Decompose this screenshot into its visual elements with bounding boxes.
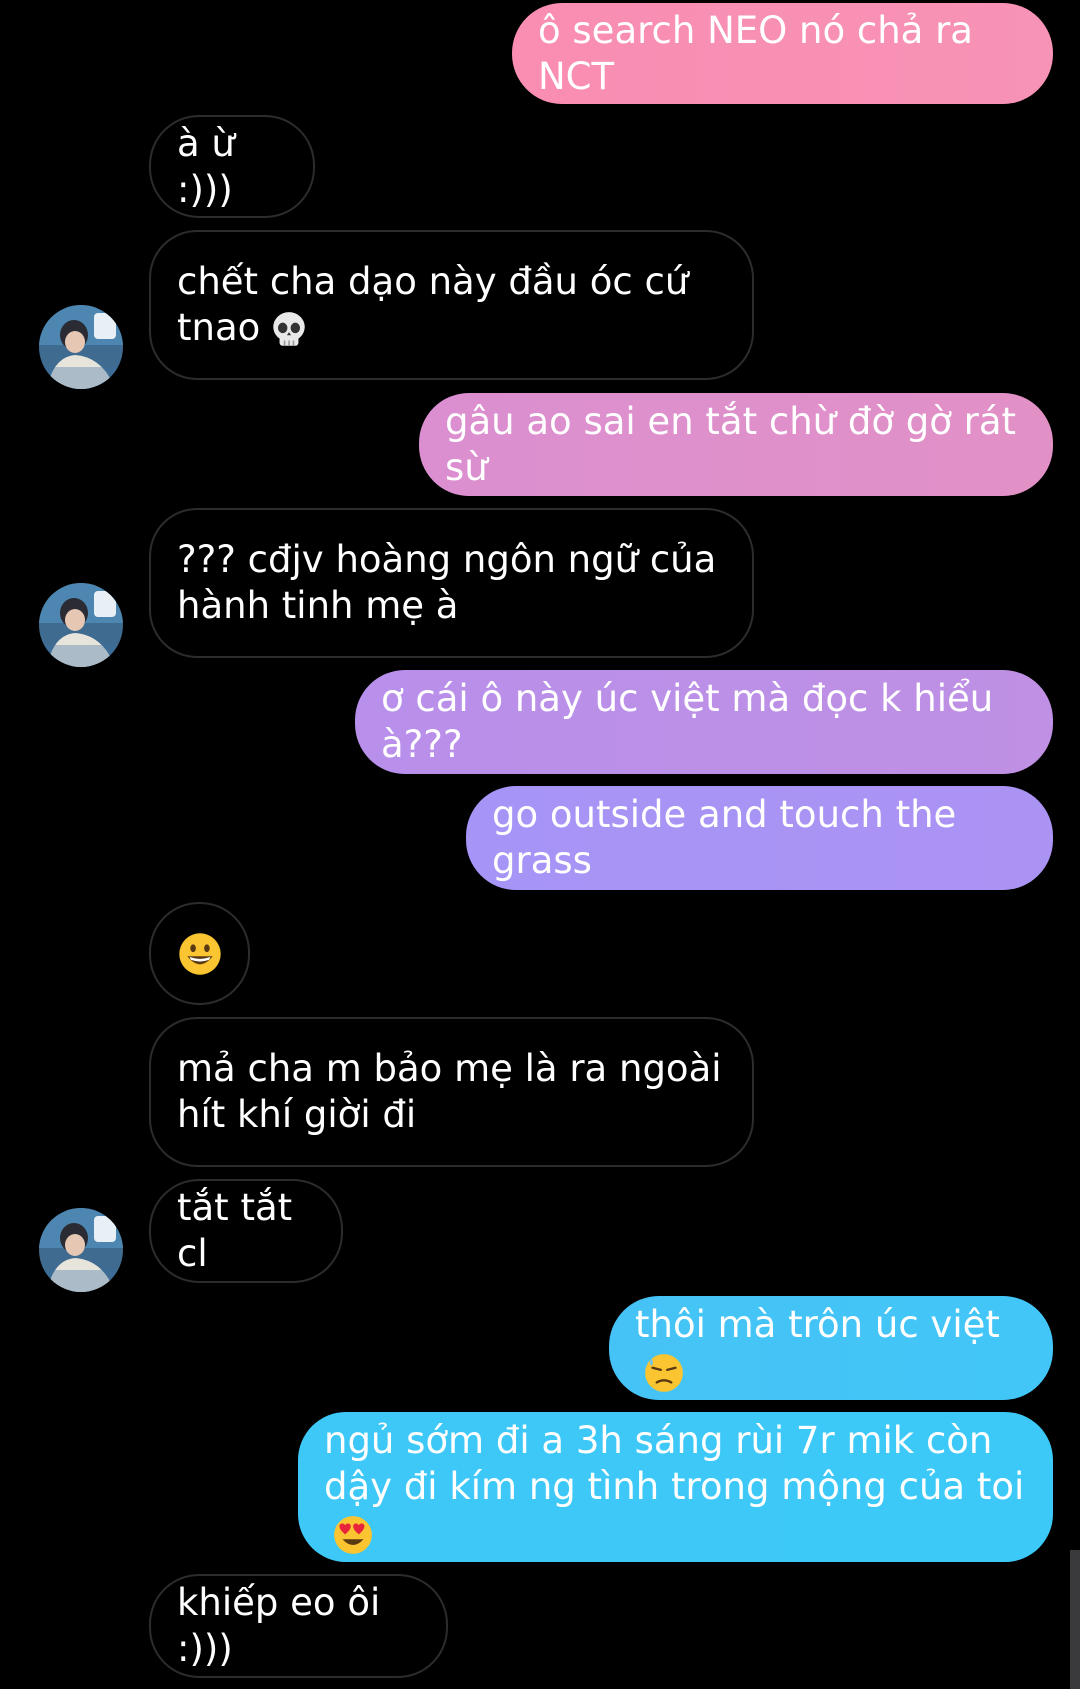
message-text: khiếp eo ôi :))) <box>177 1581 393 1670</box>
message-text: chết cha dạo này đầu óc cứ tnao <box>177 260 701 349</box>
received-message[interactable]: khiếp eo ôi :))) <box>149 1574 448 1678</box>
sent-message[interactable]: thôi mà trôn úc việt <box>609 1296 1053 1400</box>
received-message[interactable] <box>149 902 250 1005</box>
received-message[interactable]: à ừ :))) <box>149 115 315 218</box>
contact-avatar[interactable] <box>39 305 123 389</box>
received-message[interactable]: chết cha dạo này đầu óc cứ tnao <box>149 230 754 380</box>
message-text: tắt tắt cl <box>177 1186 304 1275</box>
message-text: mả cha m bảo mẹ là ra ngoài hít khí giời… <box>177 1047 734 1136</box>
message-text: ô search NEO nó chả ra NCT <box>538 8 985 98</box>
sent-message[interactable]: ơ cái ô này úc việt mà đọc k hiểu à??? <box>355 670 1053 774</box>
message-text: ??? cđjv hoàng ngôn ngữ của hành tinh mẹ… <box>177 538 729 627</box>
sent-message[interactable]: ô search NEO nó chả ra NCT <box>512 3 1053 104</box>
received-message[interactable]: mả cha m bảo mẹ là ra ngoài hít khí giời… <box>149 1017 754 1167</box>
contact-avatar[interactable] <box>39 583 123 667</box>
message-thread[interactable]: ô search NEO nó chả ra NCT à ừ :))) chết… <box>0 0 1080 1689</box>
grinning-face-icon <box>178 932 221 975</box>
avatar-image <box>39 583 123 667</box>
message-text: thôi mà trôn úc việt <box>635 1302 1025 1394</box>
scrollbar[interactable] <box>1070 1550 1080 1689</box>
message-text: à ừ :))) <box>177 121 247 211</box>
sent-message[interactable]: ngủ sớm đi a 3h sáng rùi 7r mik còn dậy … <box>298 1412 1053 1562</box>
message-text: go outside and touch the grass <box>492 793 969 882</box>
message-text: ơ cái ô này úc việt mà đọc k hiểu à??? <box>381 677 1005 766</box>
message-text: gâu ao sai en tắt chừ đờ gờ rát sừ <box>445 399 1028 489</box>
sent-message[interactable]: go outside and touch the grass <box>466 786 1053 890</box>
message-text: ngủ sớm đi a 3h sáng rùi 7r mik còn dậy … <box>324 1418 1027 1556</box>
downcast-sweat-icon <box>645 1353 683 1392</box>
avatar-image <box>39 305 123 389</box>
contact-avatar[interactable] <box>39 1208 123 1292</box>
received-message[interactable]: tắt tắt cl <box>149 1179 343 1283</box>
sent-message[interactable]: gâu ao sai en tắt chừ đờ gờ rát sừ <box>419 393 1053 496</box>
heart-eyes-icon <box>334 1515 372 1554</box>
received-message[interactable]: ??? cđjv hoàng ngôn ngữ của hành tinh mẹ… <box>149 508 754 658</box>
avatar-image <box>39 1208 123 1292</box>
skull-icon <box>273 311 306 346</box>
